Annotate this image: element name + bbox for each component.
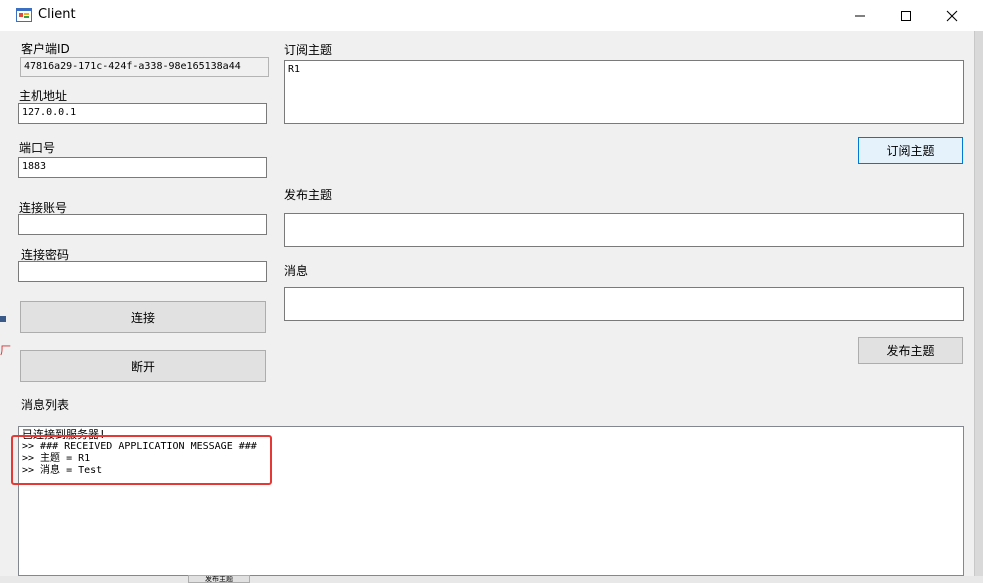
- connect-button[interactable]: 连接: [20, 301, 266, 333]
- host-input[interactable]: 127.0.0.1: [18, 103, 267, 124]
- background-app-strip: [975, 31, 983, 583]
- publish-topic-label: 发布主题: [284, 188, 333, 202]
- background-app-bottom: [0, 576, 983, 583]
- background-app-text: 厂: [0, 344, 11, 357]
- background-app-button: 发布主题: [188, 575, 250, 583]
- close-icon: [946, 10, 958, 21]
- close-button[interactable]: [929, 0, 975, 31]
- message-label: 消息: [284, 264, 309, 278]
- window-title: Client: [38, 7, 76, 22]
- client-id-label: 客户端ID: [21, 42, 70, 56]
- app-icon: [16, 8, 32, 22]
- publish-button[interactable]: 发布主题: [858, 337, 963, 364]
- highlight-annotation: [11, 435, 272, 485]
- password-input[interactable]: [18, 261, 267, 282]
- title-bar: [0, 0, 983, 31]
- maximize-button[interactable]: [883, 0, 929, 31]
- publish-topic-input[interactable]: [284, 213, 964, 247]
- background-app-marker: [0, 316, 6, 322]
- subscribe-topic-label: 订阅主题: [284, 43, 333, 57]
- message-list-label: 消息列表: [21, 398, 70, 412]
- host-label: 主机地址: [19, 89, 68, 103]
- disconnect-button[interactable]: 断开: [20, 350, 266, 382]
- port-label: 端口号: [19, 141, 56, 155]
- subscribe-topic-input[interactable]: R1: [284, 60, 964, 124]
- minimize-button[interactable]: [837, 0, 883, 31]
- maximize-icon: [901, 10, 911, 21]
- client-id-field[interactable]: 47816a29-171c-424f-a338-98e165138a44: [20, 57, 269, 77]
- subscribe-button[interactable]: 订阅主题: [858, 137, 963, 164]
- message-input[interactable]: [284, 287, 964, 321]
- port-input[interactable]: 1883: [18, 157, 267, 178]
- minimize-icon: [855, 15, 865, 16]
- username-input[interactable]: [18, 214, 267, 235]
